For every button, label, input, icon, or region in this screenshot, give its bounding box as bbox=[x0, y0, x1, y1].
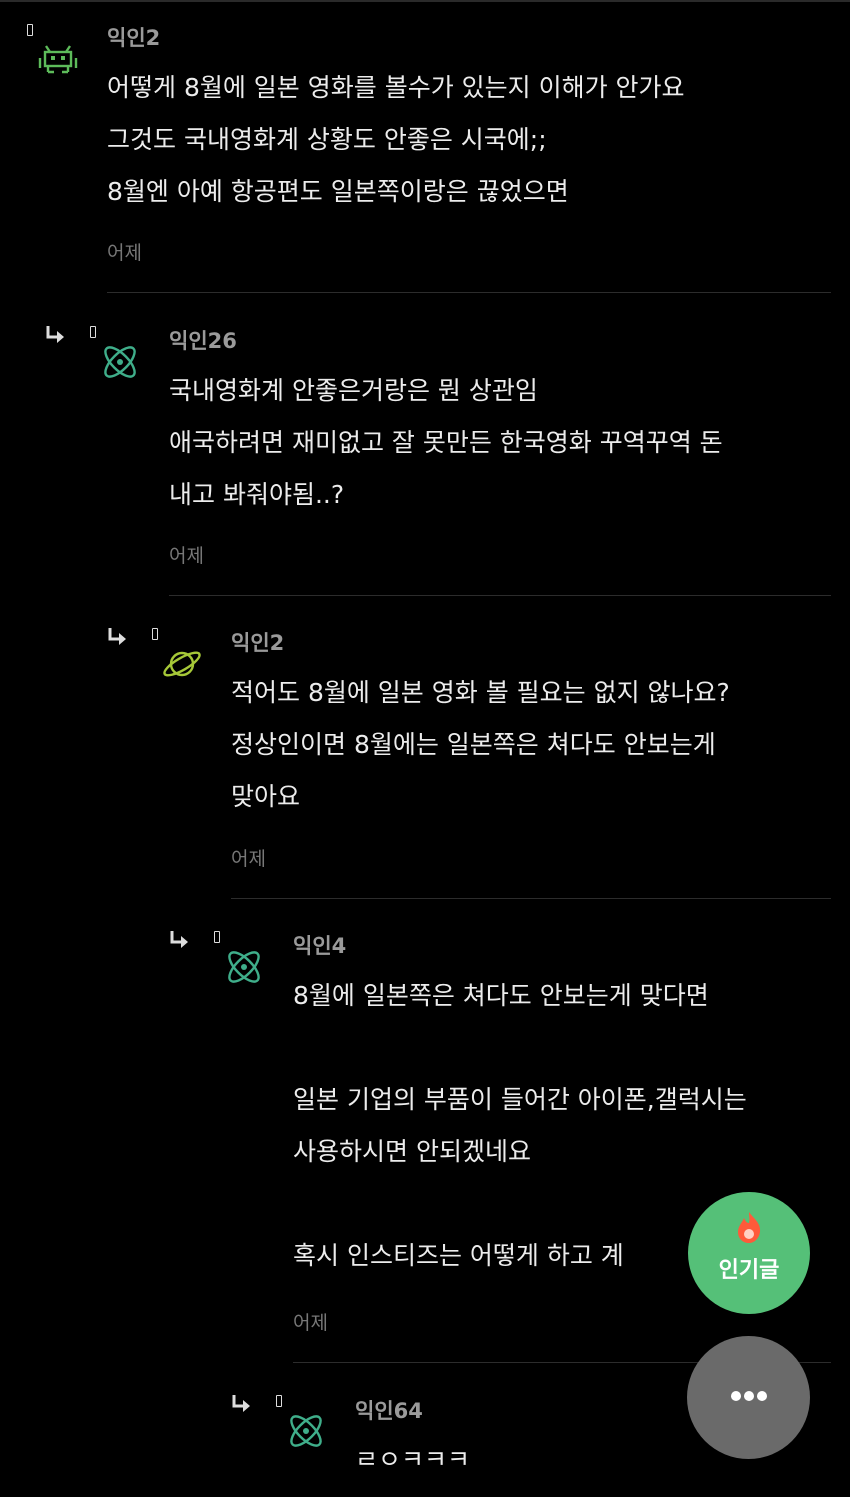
flag-icon[interactable] bbox=[152, 628, 158, 640]
comment-line: 8월에 일본쪽은 쳐다도 안보는게 맞다면 bbox=[293, 981, 709, 1010]
comment-line: 8월엔 아예 항공편도 일본쪽이랑은 끊었으면 bbox=[107, 177, 569, 206]
flag-icon[interactable] bbox=[214, 931, 220, 943]
atom-icon bbox=[228, 951, 260, 983]
comment-line: 내고 봐줘야됨..? bbox=[169, 480, 345, 509]
atom-icon bbox=[290, 1415, 322, 1447]
popular-posts-button[interactable]: 인기글 bbox=[688, 1192, 810, 1314]
more-dots-icon bbox=[731, 1391, 767, 1401]
comment-line: 국내영화계 안좋은거랑은 뭔 상관임 bbox=[169, 376, 538, 405]
reply-arrow-icon bbox=[46, 326, 64, 343]
planet-icon bbox=[163, 651, 201, 677]
comment-body: 어떻게 8월에 일본 영화를 볼수가 있는지 이해가 안가요 그것도 국내영화계… bbox=[107, 62, 685, 218]
divider bbox=[169, 595, 831, 596]
comment-body: ㄹㅇㅋㅋㅋ bbox=[355, 1434, 470, 1486]
comment-author[interactable]: 익인64 bbox=[355, 1395, 423, 1425]
flag-icon[interactable] bbox=[27, 24, 33, 36]
popular-posts-label: 인기글 bbox=[718, 1258, 780, 1283]
comment-time: 어제 bbox=[231, 848, 266, 870]
comment-time: 어제 bbox=[169, 545, 204, 567]
comment-author[interactable]: 익인2 bbox=[231, 627, 284, 657]
comment-line: 일본 기업의 부품이 들어간 아이폰,갤럭시는 bbox=[293, 1085, 747, 1114]
flame-icon bbox=[738, 1212, 761, 1243]
flag-icon[interactable] bbox=[276, 1395, 282, 1407]
flag-icon[interactable] bbox=[90, 326, 96, 338]
comment-line: 적어도 8월에 일본 영화 볼 필요는 없지 않나요? bbox=[231, 678, 730, 707]
space-invader-icon bbox=[38, 45, 78, 74]
divider bbox=[107, 292, 831, 293]
comment-line: 어떻게 8월에 일본 영화를 볼수가 있는지 이해가 안가요 bbox=[107, 73, 685, 102]
comment-author[interactable]: 익인26 bbox=[169, 325, 237, 355]
comment-line: 애국하려면 재미없고 잘 못만든 한국영화 꾸역꾸역 돈 bbox=[169, 428, 723, 457]
comment-line: 사용하시면 안되겠네요 bbox=[293, 1137, 531, 1166]
comment-line bbox=[293, 1022, 747, 1074]
comment-body: 국내영화계 안좋은거랑은 뭔 상관임 애국하려면 재미없고 잘 못만든 한국영화… bbox=[169, 365, 723, 521]
atom-icon bbox=[104, 346, 136, 378]
comment-line: ㄹㅇㅋㅋㅋ bbox=[355, 1445, 471, 1474]
top-border bbox=[0, 0, 850, 2]
comment-line: 혹시 인스티즈는 어떻게 하고 계 bbox=[293, 1241, 624, 1270]
comment-line: 맞아요 bbox=[231, 782, 301, 811]
comment-author[interactable]: 익인4 bbox=[293, 930, 346, 960]
comment-author[interactable]: 익인2 bbox=[107, 22, 160, 52]
comment-time: 어제 bbox=[293, 1312, 328, 1334]
comment-time: 어제 bbox=[107, 242, 142, 264]
comment-line bbox=[293, 1178, 747, 1230]
comment-line: 정상인이면 8월에는 일본쪽은 쳐다도 안보는게 bbox=[231, 730, 716, 759]
comment-body: 적어도 8월에 일본 영화 볼 필요는 없지 않나요? 정상인이면 8월에는 일… bbox=[231, 667, 730, 823]
reply-arrow-icon bbox=[232, 1395, 250, 1412]
comment-line: 그것도 국내영화계 상황도 안좋은 시국에;; bbox=[107, 125, 547, 154]
more-button[interactable] bbox=[687, 1336, 810, 1459]
reply-arrow-icon bbox=[170, 931, 188, 948]
divider bbox=[231, 898, 831, 899]
comment-body: 8월에 일본쪽은 쳐다도 안보는게 맞다면 일본 기업의 부품이 들어간 아이폰… bbox=[293, 970, 747, 1282]
reply-arrow-icon bbox=[108, 628, 126, 645]
